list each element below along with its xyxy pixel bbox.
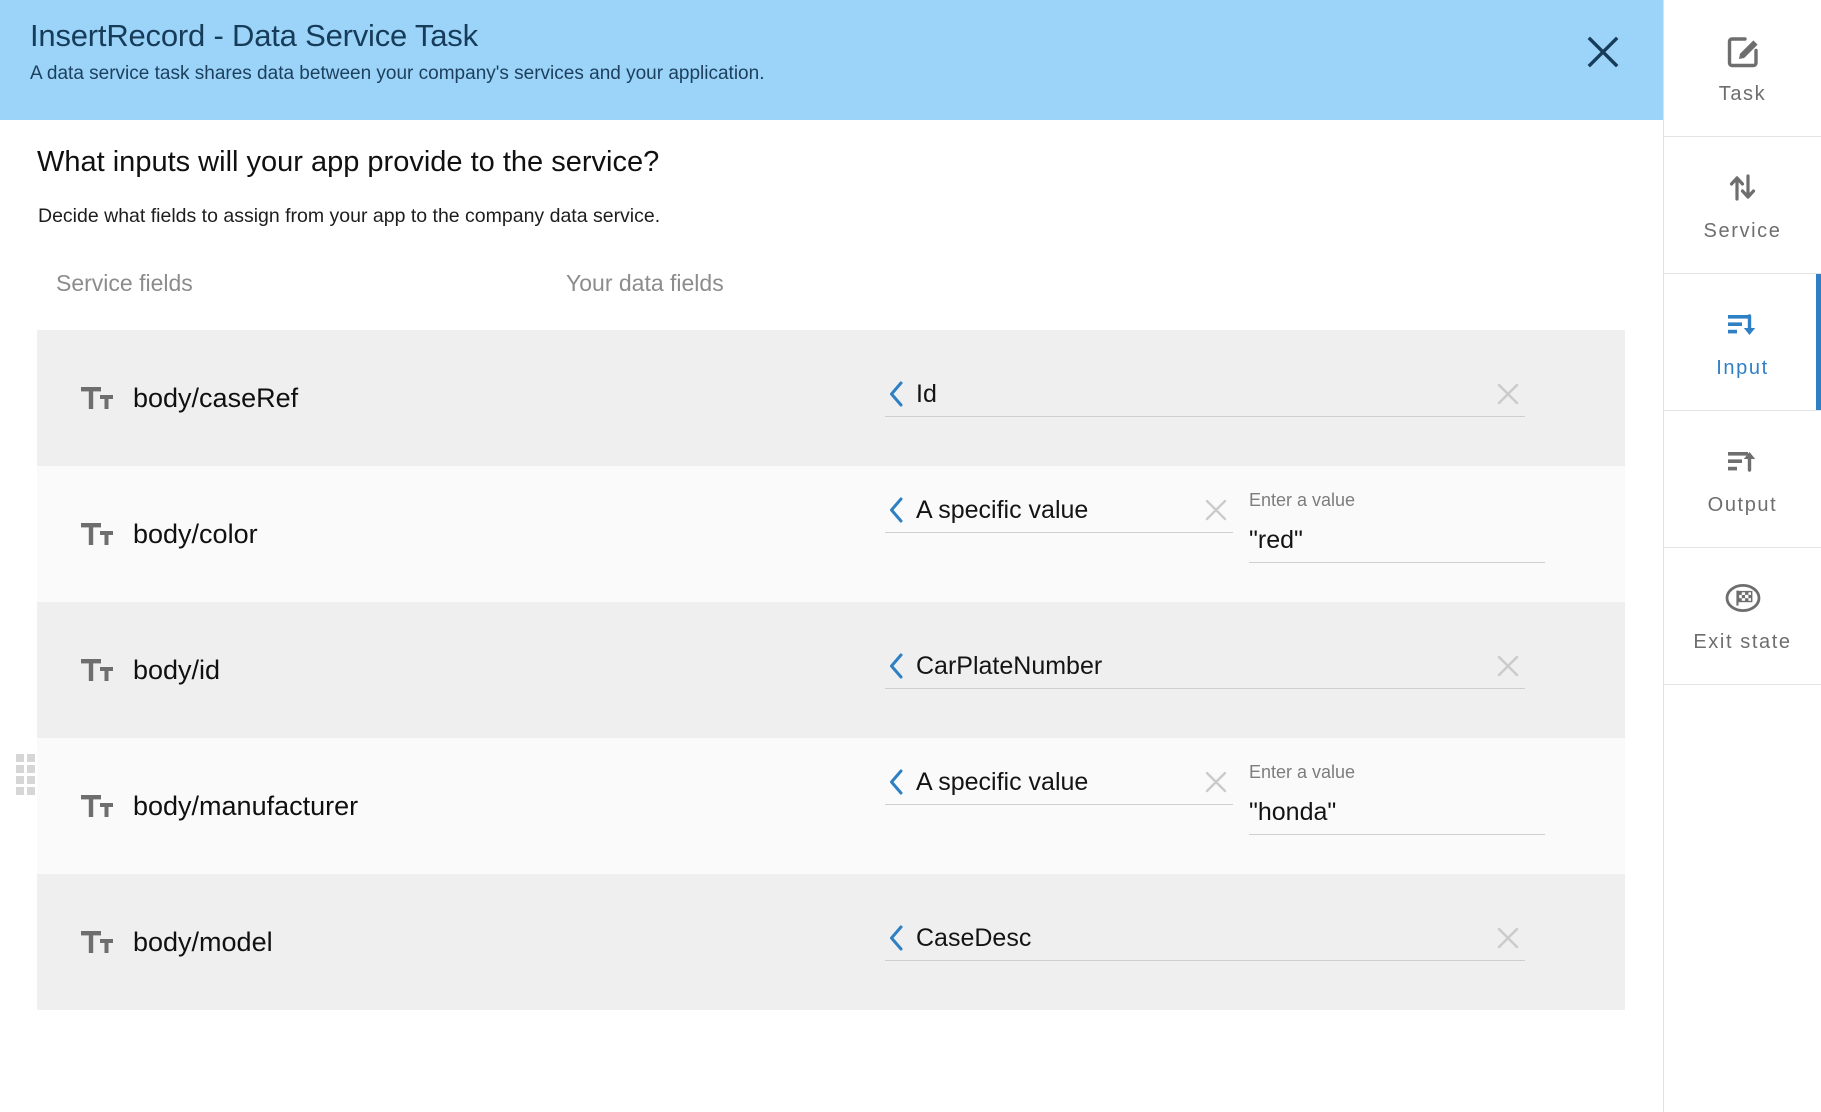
sidebar-item-label: Exit state [1693, 631, 1792, 653]
handle-dot [16, 765, 24, 773]
value-input-text[interactable]: "honda" [1249, 795, 1336, 829]
dialog-header: InsertRecord - Data Service Task A data … [0, 0, 1663, 120]
main-panel: InsertRecord - Data Service Task A data … [0, 0, 1663, 1112]
clear-icon[interactable] [1491, 377, 1525, 411]
service-field-cell: body/color [37, 466, 885, 602]
lines-up-arrow-icon [1723, 440, 1763, 482]
data-field-value: CarPlateNumber [916, 652, 1103, 680]
handle-dot [27, 754, 35, 762]
sidebar-item-service[interactable]: Service [1664, 137, 1821, 274]
dialog-root: InsertRecord - Data Service Task A data … [0, 0, 1821, 1112]
service-field-cell: body/id [37, 602, 885, 738]
data-field-picker[interactable]: Id [885, 372, 1525, 417]
text-type-icon [80, 653, 114, 687]
handle-dot [27, 765, 35, 773]
clear-icon[interactable] [1491, 649, 1525, 683]
field-underline [885, 688, 1525, 689]
data-field-picker[interactable]: CarPlateNumber [885, 644, 1525, 689]
service-field-name: body/manufacturer [133, 791, 359, 821]
data-field-cell: Id [885, 330, 1625, 466]
sidebar-item-exit-state[interactable]: Exit state [1664, 548, 1821, 685]
chevron-left-icon[interactable] [885, 379, 907, 409]
handle-dot [27, 787, 35, 795]
sidebar-item-task[interactable]: Task [1664, 0, 1821, 137]
clear-icon[interactable] [1491, 921, 1525, 955]
chevron-left-icon[interactable] [885, 767, 907, 797]
column-header-your-data-fields: Your data fields [566, 270, 724, 296]
table-row: body/caseRef Id [37, 330, 1625, 466]
handle-dot [16, 787, 24, 795]
value-input-label: Enter a value [1249, 490, 1356, 510]
service-field-cell: body/manufacturer [37, 738, 885, 874]
lines-down-arrow-icon [1723, 303, 1763, 345]
page-title: InsertRecord - Data Service Task [30, 18, 478, 53]
service-field-name: body/caseRef [133, 383, 299, 413]
data-field-value: A specific value [916, 496, 1089, 524]
clear-icon[interactable] [1199, 493, 1233, 527]
chevron-left-icon[interactable] [885, 651, 907, 681]
column-header-service-fields: Service fields [56, 270, 193, 296]
page-subtitle: A data service task shares data between … [30, 63, 765, 84]
data-field-cell: CarPlateNumber [885, 602, 1625, 738]
data-field-cell: A specific value Enter a value [885, 466, 1625, 602]
handle-dot [16, 754, 24, 762]
section-heading: What inputs will your app provide to the… [37, 146, 660, 178]
field-underline [885, 532, 1233, 533]
data-field-picker[interactable]: A specific value [885, 760, 1233, 805]
close-icon[interactable] [1581, 30, 1625, 74]
data-field-cell: A specific value Enter a value [885, 738, 1625, 874]
field-underline [885, 416, 1525, 417]
checkered-flag-circle-icon [1723, 577, 1763, 619]
chevron-left-icon[interactable] [885, 495, 907, 525]
field-underline [885, 804, 1233, 805]
dialog-body: What inputs will your app provide to the… [0, 120, 1663, 1010]
edit-square-icon [1723, 29, 1763, 71]
up-down-arrows-icon [1723, 166, 1763, 208]
right-sidebar: Task Service Input Output Exit state [1663, 0, 1821, 1112]
panel-resize-handle[interactable] [16, 754, 42, 798]
table-row: body/id CarPlateNumber [37, 602, 1625, 738]
sidebar-item-label: Task [1718, 83, 1767, 105]
column-headers: Service fields Your data fields [0, 230, 1663, 330]
data-field-picker[interactable]: CaseDesc [885, 916, 1525, 961]
service-field-cell: body/caseRef [37, 330, 885, 466]
value-input-label: Enter a value [1249, 762, 1356, 782]
data-field-value: Id [916, 380, 937, 408]
text-type-icon [80, 517, 114, 551]
service-field-name: body/color [133, 519, 258, 549]
value-underline [1249, 562, 1545, 563]
field-underline [885, 960, 1525, 961]
chevron-left-icon[interactable] [885, 923, 907, 953]
handle-dot [27, 776, 35, 784]
sidebar-item-output[interactable]: Output [1664, 411, 1821, 548]
sidebar-item-input[interactable]: Input [1664, 274, 1821, 411]
sidebar-item-label: Output [1707, 494, 1778, 516]
text-type-icon [80, 381, 114, 415]
table-row: body/color A specific value Enter a valu… [37, 466, 1625, 602]
value-input-group: Enter a value "honda" [1249, 760, 1545, 835]
handle-dot [16, 776, 24, 784]
service-field-name: body/model [133, 927, 273, 957]
section-instruction: Decide what fields to assign from your a… [38, 205, 661, 227]
text-type-icon [80, 925, 114, 959]
value-input-group: Enter a value "red" [1249, 488, 1545, 563]
data-field-cell: CaseDesc [885, 874, 1625, 1010]
table-row: body/model CaseDesc [37, 874, 1625, 1010]
service-field-name: body/id [133, 655, 221, 685]
sidebar-item-label: Input [1716, 357, 1769, 379]
table-row: body/manufacturer A specific value Enter… [37, 738, 1625, 874]
data-field-value: CaseDesc [916, 924, 1032, 952]
sidebar-item-label: Service [1703, 220, 1782, 242]
data-field-picker[interactable]: A specific value [885, 488, 1233, 533]
text-type-icon [80, 789, 114, 823]
clear-icon[interactable] [1199, 765, 1233, 799]
mapping-table: body/caseRef Id body/color A specific va… [37, 330, 1625, 1010]
value-underline [1249, 834, 1545, 835]
data-field-value: A specific value [916, 768, 1089, 796]
service-field-cell: body/model [37, 874, 885, 1010]
value-input-text[interactable]: "red" [1249, 523, 1303, 557]
